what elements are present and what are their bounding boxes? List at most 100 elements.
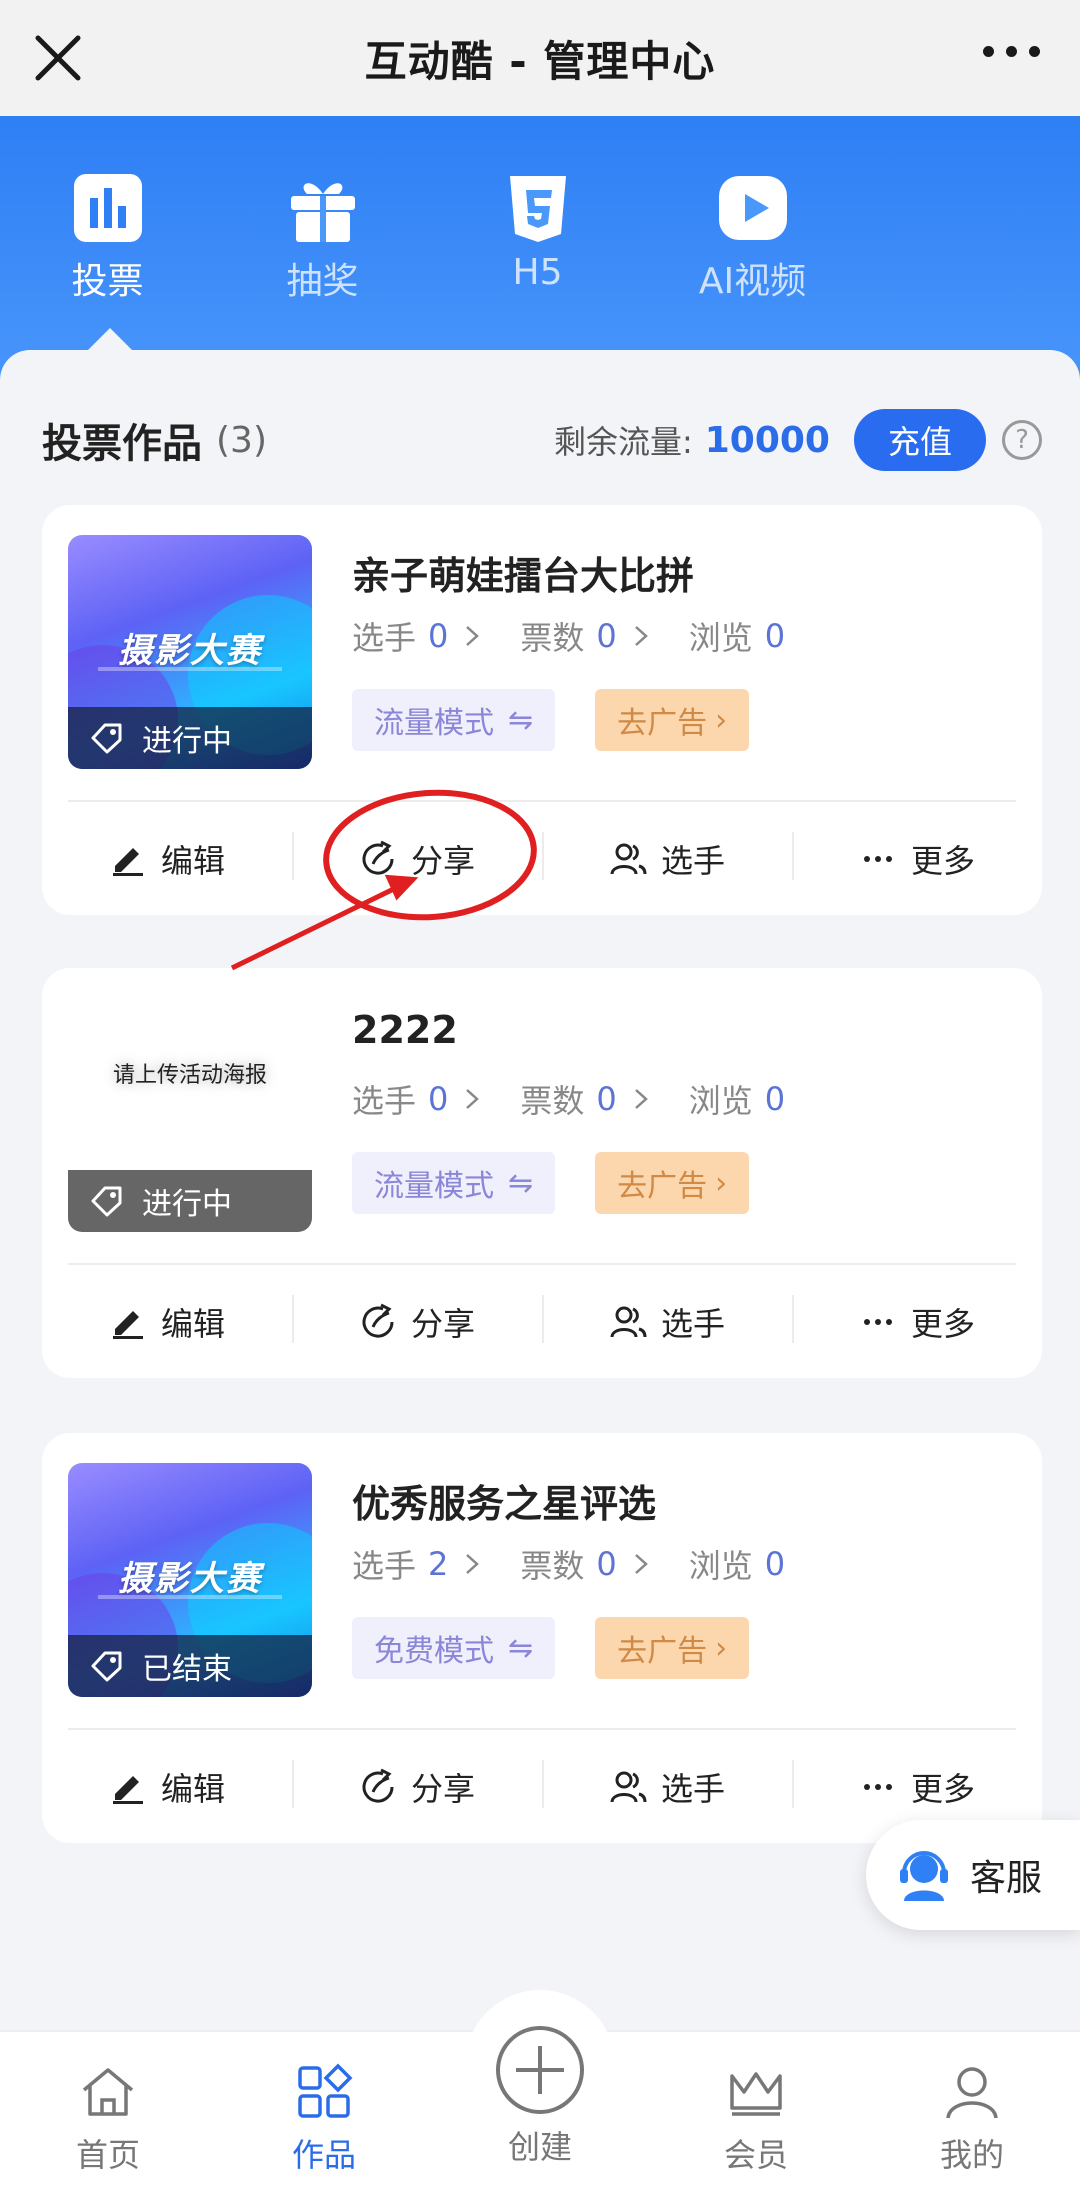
nav-works[interactable]: 作品	[216, 2032, 432, 2189]
share-label: 分享	[410, 1769, 475, 1808]
edit-button[interactable]: 编辑	[42, 1730, 292, 1843]
work-title[interactable]: 2222	[352, 1008, 458, 1052]
votes-count[interactable]: 0	[596, 1545, 616, 1583]
work-card[interactable]: 摄影大赛 进行中 亲子萌娃擂台大比拼 选手 0 票数 0 浏览 0 流量模式 ⇋ 去广告…	[42, 505, 1042, 915]
remaining-flow-label: 剩余流量:	[553, 423, 693, 461]
mode-toggle[interactable]: 流量模式 ⇋	[352, 1152, 556, 1214]
share-button[interactable]: 分享	[292, 802, 542, 915]
work-title[interactable]: 亲子萌娃擂台大比拼	[352, 545, 694, 600]
help-icon[interactable]: ?	[1002, 420, 1042, 460]
more-button[interactable]: 更多	[792, 1265, 1042, 1378]
nav-home[interactable]: 首页	[0, 2032, 216, 2189]
nav-label: 作品	[291, 2136, 356, 2174]
work-title[interactable]: 优秀服务之星评选	[352, 1473, 656, 1528]
chevron-right-icon[interactable]	[633, 1087, 649, 1111]
nav-member[interactable]: 会员	[648, 2032, 864, 2189]
votes-label[interactable]: 票数	[520, 613, 584, 659]
bar-chart-icon	[73, 174, 142, 242]
tab-lottery[interactable]: 抽奖	[215, 172, 430, 304]
votes-label[interactable]: 票数	[520, 1076, 584, 1122]
views-count: 0	[764, 1545, 786, 1583]
players-button[interactable]: 选手	[542, 1265, 792, 1378]
card-actions: 编辑 分享 选手 更多	[42, 1265, 1042, 1378]
edit-label: 编辑	[160, 1769, 225, 1808]
tab-label: 抽奖	[286, 261, 359, 302]
remove-ads-button[interactable]: 去广告 ›	[595, 689, 750, 751]
chevron-right-icon[interactable]	[633, 624, 649, 648]
remove-ads-button[interactable]: 去广告 ›	[595, 1617, 750, 1679]
share-button[interactable]: 分享	[292, 1730, 542, 1843]
edit-button[interactable]: 编辑	[42, 802, 292, 915]
players-label[interactable]: 选手	[352, 1076, 416, 1122]
edit-button[interactable]: 编辑	[42, 1265, 292, 1378]
chevron-right-icon[interactable]	[464, 1087, 480, 1111]
players-label[interactable]: 选手	[352, 1541, 416, 1587]
votes-count[interactable]: 0	[596, 617, 616, 655]
more-label: 更多	[910, 1304, 975, 1343]
players-count[interactable]: 0	[428, 617, 448, 655]
more-menu-icon[interactable]	[983, 46, 1040, 57]
edit-label: 编辑	[160, 841, 225, 880]
play-video-icon	[718, 176, 787, 240]
edit-label: 编辑	[160, 1304, 225, 1343]
views-count: 0	[764, 617, 786, 655]
ad-label: 去广告	[617, 1634, 708, 1669]
bottom-navigation: 首页 作品 创建 会员 我的	[0, 1990, 1080, 2189]
customer-service-button[interactable]: 客服	[866, 1820, 1080, 1930]
card-actions: 编辑 分享 选手 更多	[42, 1730, 1042, 1843]
nav-mine[interactable]: 我的	[864, 2032, 1080, 2189]
status-badge: 已结束	[68, 1635, 312, 1697]
views-label: 浏览	[688, 1547, 753, 1585]
players-button[interactable]: 选手	[542, 1730, 792, 1843]
chevron-right-icon[interactable]	[464, 1552, 480, 1576]
mode-toggle[interactable]: 流量模式 ⇋	[352, 689, 556, 751]
tab-ai-video[interactable]: AI视频	[645, 172, 860, 304]
nav-label: 我的	[939, 2136, 1004, 2174]
views-count: 0	[764, 1080, 786, 1118]
tab-h5[interactable]: H5	[430, 172, 645, 304]
remove-ads-button[interactable]: 去广告 ›	[595, 1152, 750, 1214]
tab-vote[interactable]: 投票	[0, 172, 215, 304]
poster-placeholder[interactable]: 请上传活动海报 进行中	[68, 998, 312, 1232]
title-bar: 互动酷 - 管理中心	[0, 0, 1080, 116]
html5-icon	[509, 176, 566, 242]
status-text: 已结束	[142, 1652, 232, 1687]
work-stats: 选手 0 票数 0 浏览 0	[352, 1076, 785, 1122]
remaining-flow-value: 10000	[704, 419, 830, 461]
chevron-right-icon[interactable]	[464, 624, 480, 648]
work-card[interactable]: 请上传活动海报 进行中 2222 选手 0 票数 0 浏览 0 流量模式 ⇋ 去广告 › …	[42, 968, 1042, 1378]
chevron-right-icon: ›	[715, 702, 728, 738]
work-stats: 选手 0 票数 0 浏览 0	[352, 613, 785, 659]
users-icon	[610, 843, 647, 874]
mode-toggle[interactable]: 免费模式 ⇋	[352, 1617, 556, 1679]
chevron-right-icon[interactable]	[633, 1552, 649, 1576]
poster-image[interactable]: 摄影大赛 进行中	[68, 535, 312, 769]
chevron-right-icon: ›	[715, 1165, 728, 1201]
players-button[interactable]: 选手	[542, 802, 792, 915]
poster-image[interactable]: 摄影大赛 已结束	[68, 1463, 312, 1697]
switch-icon: ⇋	[508, 702, 534, 738]
share-icon	[362, 1768, 394, 1803]
tag-icon	[91, 723, 122, 754]
nav-create[interactable]: 创建	[432, 1990, 648, 2189]
home-icon	[82, 2068, 134, 2116]
section-title: 投票作品	[42, 421, 202, 467]
more-label: 更多	[910, 841, 975, 880]
share-button[interactable]: 分享	[292, 1265, 542, 1378]
poster-title: 摄影大赛	[118, 631, 262, 671]
upload-poster-text[interactable]: 请上传活动海报	[68, 998, 312, 1148]
poster-title: 摄影大赛	[118, 1559, 262, 1599]
players-count[interactable]: 2	[428, 1545, 448, 1583]
close-icon[interactable]	[30, 30, 86, 86]
players-count[interactable]: 0	[428, 1080, 448, 1118]
votes-label[interactable]: 票数	[520, 1541, 584, 1587]
players-label[interactable]: 选手	[352, 613, 416, 659]
votes-count[interactable]: 0	[596, 1080, 616, 1118]
ellipsis-icon	[863, 855, 892, 862]
tab-label: H5	[512, 252, 563, 293]
work-card[interactable]: 摄影大赛 已结束 优秀服务之星评选 选手 2 票数 0 浏览 0 免费模式 ⇋ 去广告 ›…	[42, 1433, 1042, 1843]
customer-service-label: 客服	[970, 1858, 1043, 1899]
recharge-button[interactable]: 充值	[853, 409, 986, 471]
more-button[interactable]: 更多	[792, 802, 1042, 915]
views-label: 浏览	[688, 1082, 753, 1120]
